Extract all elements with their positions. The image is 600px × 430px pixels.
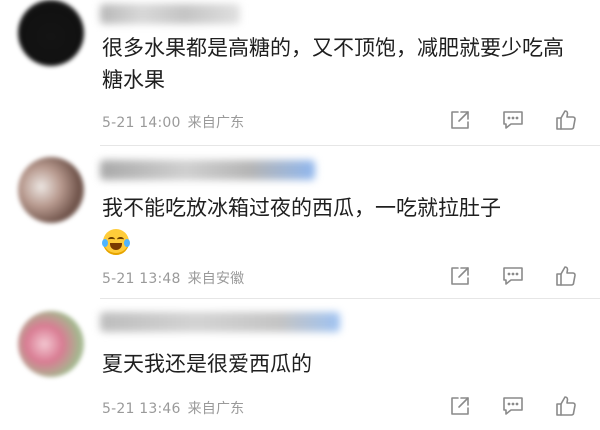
comment-actions	[448, 107, 578, 133]
comment-feed: 很多水果都是高糖的，又不顶饱，减肥就要少吃高糖水果 5-21 14:00 来自广东	[0, 0, 600, 430]
comment-location: 来自广东	[187, 115, 245, 131]
comment-time: 5-21 14:00	[102, 115, 181, 131]
comment-meta: 5-21 13:46 来自广东	[102, 398, 244, 418]
nickname-blurred[interactable]	[100, 4, 240, 24]
reply-comment-icon[interactable]	[501, 108, 525, 132]
comment-actions	[448, 263, 578, 289]
comment-text: 夏天我还是很爱西瓜的	[102, 352, 312, 376]
comment-location: 来自广东	[187, 401, 245, 417]
laughing-with-tears-emoji	[102, 229, 130, 255]
comment-meta: 5-21 13:48 来自安徽	[102, 268, 244, 288]
avatar[interactable]	[18, 157, 84, 223]
comment-text: 我不能吃放冰箱过夜的西瓜，一吃就拉肚子	[102, 196, 501, 220]
like-thumb-icon[interactable]	[554, 108, 578, 132]
comment-time: 5-21 13:46	[102, 401, 181, 417]
nickname-blurred[interactable]	[100, 160, 315, 180]
comment-meta: 5-21 14:00 来自广东	[102, 112, 244, 132]
like-thumb-icon[interactable]	[554, 394, 578, 418]
avatar[interactable]	[18, 311, 84, 377]
reply-comment-icon[interactable]	[501, 264, 525, 288]
reply-comment-icon[interactable]	[501, 394, 525, 418]
comment-actions	[448, 393, 578, 419]
like-thumb-icon[interactable]	[554, 264, 578, 288]
comment-time: 5-21 13:48	[102, 271, 181, 287]
comment-text: 很多水果都是高糖的，又不顶饱，减肥就要少吃高糖水果	[102, 36, 564, 92]
share-icon[interactable]	[448, 394, 472, 418]
comment-location: 来自安徽	[187, 271, 245, 287]
share-icon[interactable]	[448, 264, 472, 288]
share-icon[interactable]	[448, 108, 472, 132]
avatar[interactable]	[18, 0, 84, 66]
nickname-blurred[interactable]	[100, 312, 340, 332]
